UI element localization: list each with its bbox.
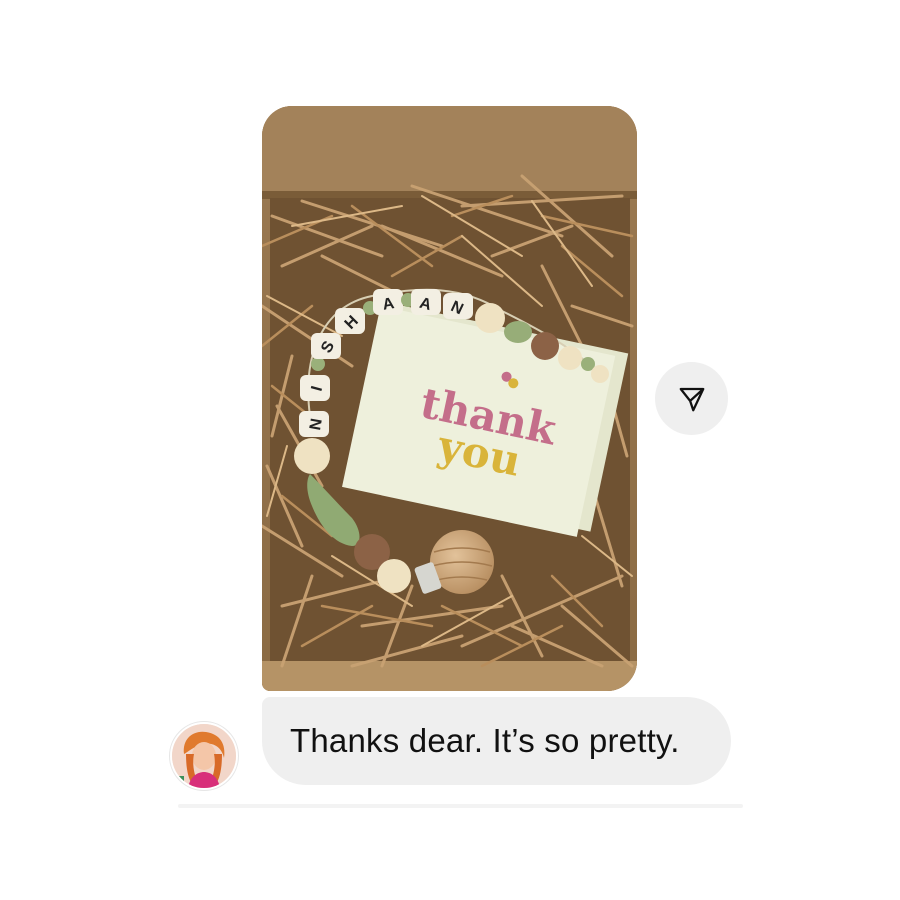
chat-thread: thank you N I S H A A N Thanks dear. It’…: [0, 0, 900, 900]
share-button[interactable]: [655, 362, 728, 435]
gift-box-photo: thank you N I S H A A N: [262, 106, 637, 691]
divider: [178, 804, 743, 808]
message-bubble[interactable]: Thanks dear. It’s so pretty.: [262, 697, 731, 785]
profile-avatar-image: [172, 724, 236, 788]
paper-plane-icon: [677, 384, 707, 414]
sender-avatar[interactable]: [170, 722, 238, 790]
shared-photo[interactable]: thank you N I S H A A N: [262, 106, 637, 691]
message-text: Thanks dear. It’s so pretty.: [290, 722, 680, 759]
